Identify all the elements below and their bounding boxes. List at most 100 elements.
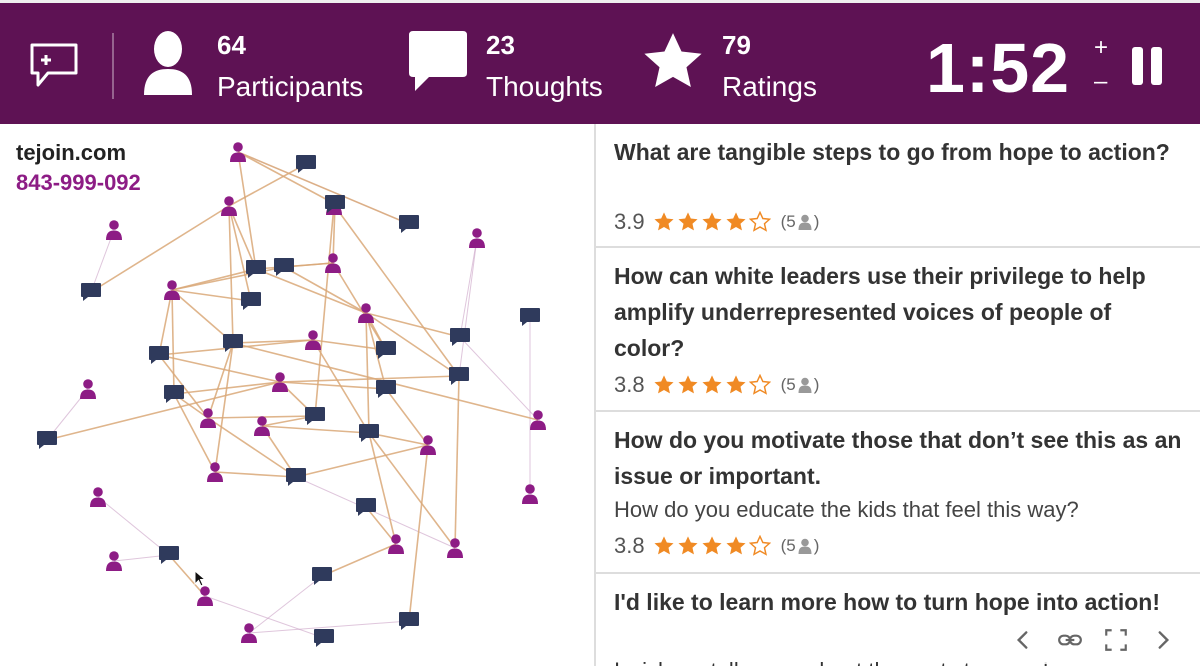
thought-node[interactable] [223, 334, 243, 352]
network-edge [90, 205, 230, 293]
thought-node[interactable] [164, 385, 184, 403]
network-edge [214, 471, 297, 478]
participants-count: 64 [217, 30, 246, 60]
network-edge [321, 543, 397, 577]
header-bar: 64 Participants 23 Thoughts 79 Ratings 1… [0, 0, 1200, 124]
thought-node[interactable] [376, 380, 396, 398]
thought-node[interactable] [274, 258, 294, 276]
thought-node[interactable] [159, 546, 179, 564]
network-edge [368, 432, 456, 549]
star-filled-icon [678, 212, 698, 231]
header-divider [112, 33, 114, 99]
participant-node[interactable] [530, 410, 546, 430]
network-edge [385, 388, 429, 446]
star-filled-icon [726, 536, 746, 555]
thought-node[interactable] [37, 431, 57, 449]
rating-count-prefix: (5 [780, 375, 796, 394]
network-edge [295, 444, 429, 478]
participant-node[interactable] [241, 623, 257, 643]
thought-node[interactable] [286, 468, 306, 486]
timer-adjust: + – [1090, 35, 1116, 95]
pause-icon-bar [1132, 47, 1143, 85]
star-filled-icon [702, 375, 722, 394]
thought-node[interactable] [376, 341, 396, 359]
thought-node[interactable] [359, 424, 379, 442]
thoughts-count: 23 [486, 30, 515, 60]
network-edge [46, 381, 281, 441]
network-edge [214, 342, 234, 473]
network-edge [207, 342, 234, 419]
thought-card[interactable]: What are tangible steps to go from hope … [596, 124, 1200, 248]
star-empty-icon [748, 211, 771, 232]
thought-node[interactable] [399, 612, 419, 630]
thoughts-label: Thoughts [486, 71, 603, 102]
thought-node[interactable] [149, 346, 169, 364]
star-filled-icon [702, 536, 722, 555]
link-icon [1057, 634, 1082, 646]
rating-average: 3.8 [614, 372, 645, 397]
star-filled-icon [654, 212, 674, 231]
thought-rating: 3.8 (5 ) [614, 371, 819, 399]
thought-detail: How do you educate the kids that feel th… [614, 497, 1079, 522]
rating-average: 3.8 [614, 533, 645, 558]
participants-label: Participants [217, 71, 364, 102]
thought-title: I'd like to learn more how to turn hope … [614, 589, 1160, 615]
thought-card[interactable]: How can white leaders use their privileg… [596, 250, 1200, 412]
star-filled-icon [678, 536, 698, 555]
fullscreen-icon [1105, 629, 1128, 651]
thought-node[interactable] [450, 328, 470, 346]
participants-stat: 64 Participants [140, 29, 390, 105]
star-icon [644, 33, 702, 88]
thought-network-graph [37, 142, 546, 647]
thought-node[interactable] [356, 498, 376, 516]
presentation-toolbar [1000, 616, 1186, 664]
thought-node[interactable] [305, 407, 325, 425]
network-edge-faint [458, 237, 478, 377]
network-edge-faint [459, 237, 478, 338]
countdown-timer: 1:52 [926, 29, 1071, 107]
rating-count-prefix: (5 [780, 536, 796, 555]
fullscreen-button[interactable] [1101, 625, 1131, 655]
network-edge [332, 262, 387, 351]
join-url: tejoin.com [16, 140, 127, 165]
join-code: 843-999-092 [16, 170, 141, 195]
next-button[interactable] [1148, 625, 1178, 655]
timer-decrease-button[interactable]: – [1094, 69, 1107, 95]
star-filled-icon [678, 375, 698, 394]
thought-node[interactable] [246, 260, 266, 278]
network-edge [173, 393, 216, 473]
pause-icon-bar [1151, 47, 1162, 85]
network-edge [333, 204, 460, 377]
star-empty-icon [748, 374, 771, 395]
timer-increase-button[interactable]: + [1094, 35, 1108, 61]
thought-node[interactable] [81, 283, 101, 301]
thought-card[interactable]: How do you motivate those that don’t see… [596, 414, 1200, 574]
rating-stars [653, 535, 771, 557]
rating-stars [653, 211, 771, 233]
thought-node[interactable] [399, 215, 419, 233]
thought-node[interactable] [241, 292, 261, 310]
link-button[interactable] [1055, 625, 1085, 655]
thought-node[interactable] [296, 155, 316, 173]
previous-button[interactable] [1008, 625, 1038, 655]
network-edge-faint [97, 496, 170, 556]
network-edge-faint [459, 336, 539, 421]
thought-node[interactable] [312, 567, 332, 585]
rating-stars [653, 374, 771, 396]
thought-rating: 3.9 (5 ) [614, 208, 819, 236]
participant-node[interactable] [106, 551, 122, 571]
speech-bubble-icon [409, 31, 467, 91]
thought-title: How do you motivate those that don’t see… [614, 427, 1182, 489]
participant-node[interactable] [522, 484, 538, 504]
chevron-right-icon [1158, 631, 1169, 649]
rating-count: (5 ) [781, 375, 820, 395]
network-edge [408, 444, 429, 622]
star-filled-icon [726, 375, 746, 394]
thought-node[interactable] [314, 629, 334, 647]
pause-button[interactable] [1130, 47, 1166, 87]
rating-count-suffix: ) [813, 536, 820, 555]
ratings-label: Ratings [722, 71, 817, 102]
thought-rating: 3.8 (5 ) [614, 532, 819, 560]
rating-count-prefix: (5 [780, 212, 796, 231]
network-edge [171, 289, 175, 395]
